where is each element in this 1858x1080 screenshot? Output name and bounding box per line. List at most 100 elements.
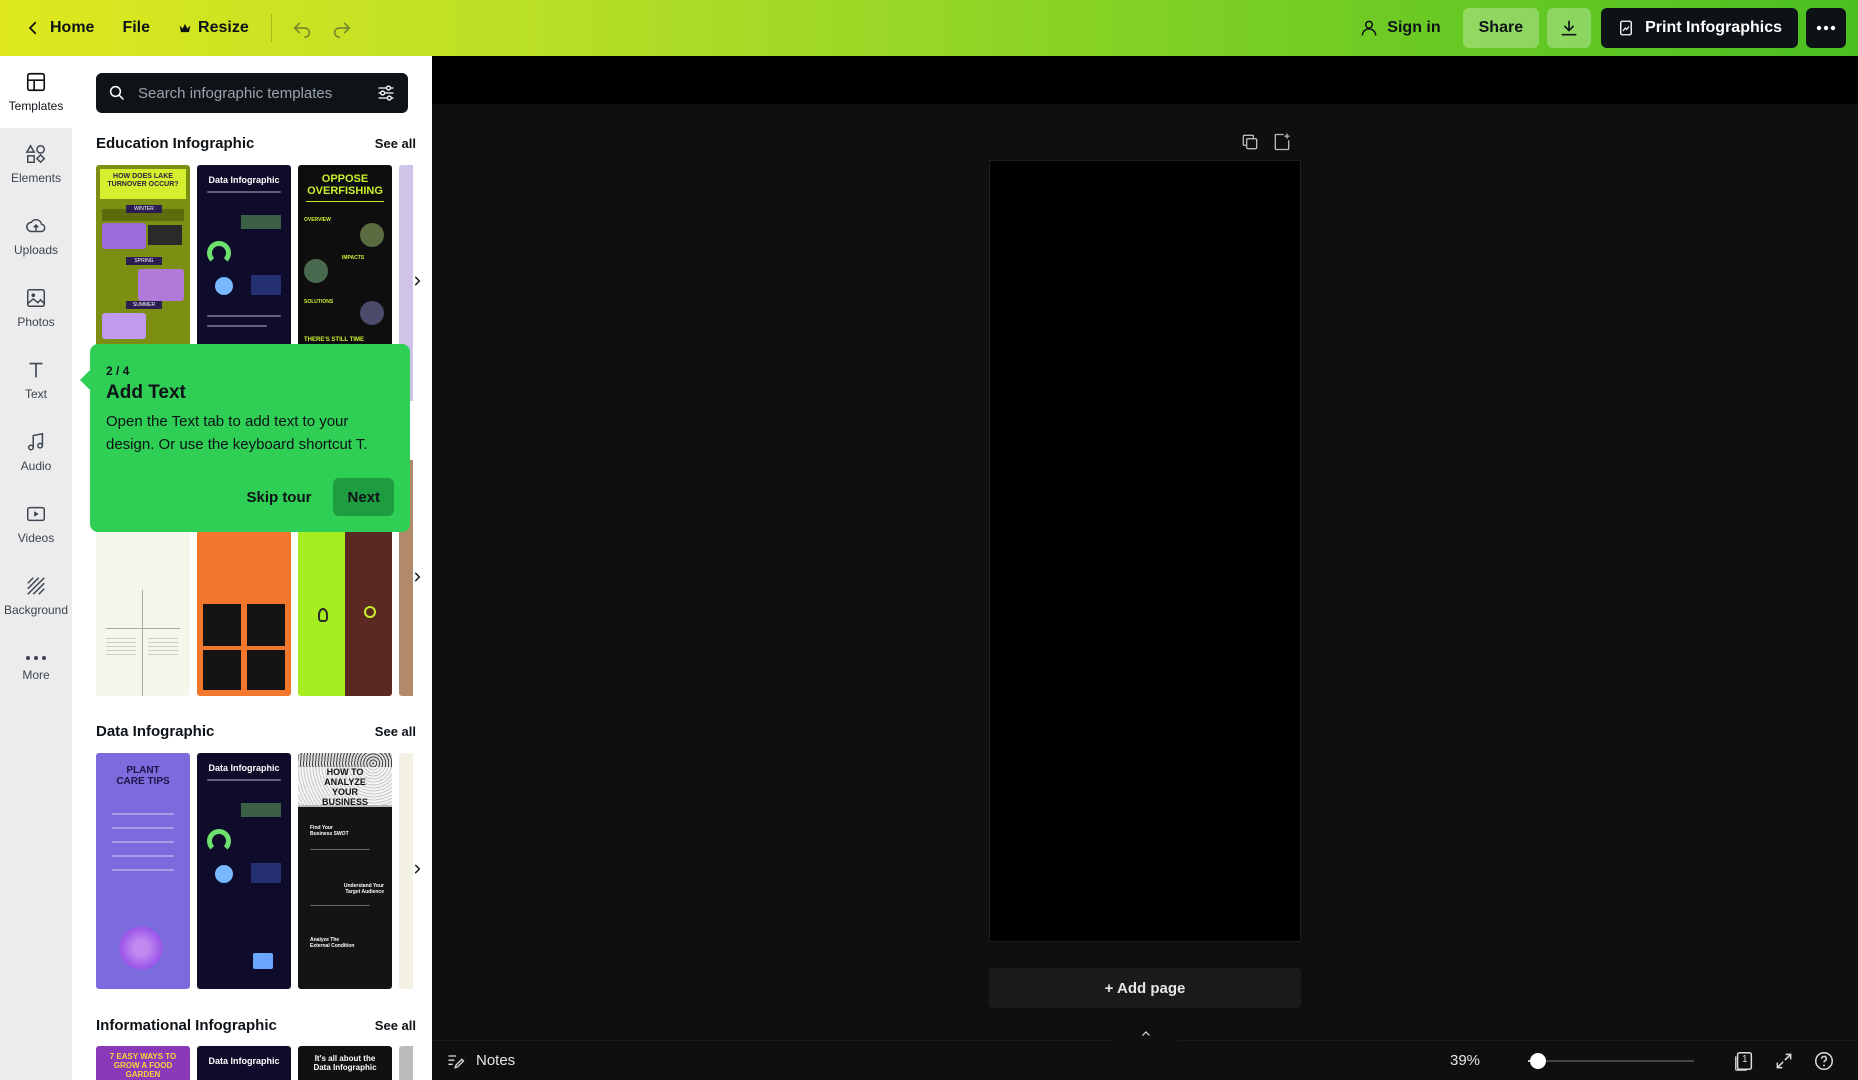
photo-icon	[27, 289, 45, 307]
template-row: 7 EASY WAYS TO GROW A FOOD GARDEN Data I…	[96, 1046, 413, 1080]
page-count: 1	[1742, 1054, 1748, 1065]
share-button[interactable]: Share	[1462, 8, 1540, 48]
duplicate-page-icon[interactable]	[1240, 132, 1260, 152]
rail-item-photos[interactable]: Photos	[0, 272, 72, 344]
template-thumbnail[interactable]: HOW TO ANALYZE YOUR BUSINESS Find Your B…	[298, 753, 392, 989]
page-count-button[interactable]: 1	[1732, 1049, 1756, 1073]
filter-sliders-icon[interactable]	[376, 83, 396, 103]
chevron-right-icon	[414, 864, 421, 874]
thumbnail-label: SPRING	[126, 257, 162, 265]
see-all-link[interactable]: See all	[375, 724, 416, 739]
rail-item-background[interactable]: Background	[0, 560, 72, 632]
rail-item-more[interactable]: More	[0, 632, 72, 704]
file-label: File	[122, 19, 151, 36]
rail-item-elements[interactable]: Elements	[0, 128, 72, 200]
undo-button[interactable]	[282, 8, 322, 48]
rail-label: Background	[3, 603, 69, 617]
template-thumbnail[interactable]: It's all about the Data Infographic	[298, 1046, 392, 1080]
thumbnail-title: OPPOSE OVERFISHING	[307, 173, 383, 197]
print-label: Print Infographics	[1645, 19, 1782, 36]
rail-label: Photos	[17, 315, 55, 329]
tour-popover: 2 / 4 Add Text Open the Text tab to add …	[80, 344, 410, 532]
more-options-button[interactable]	[1806, 8, 1846, 48]
redo-button[interactable]	[322, 8, 362, 48]
notes-pencil-icon	[448, 1054, 465, 1069]
thumbnail-title: HOW DOES LAKE TURNOVER OCCUR?	[107, 173, 179, 188]
bottom-bar: Notes 39% 1	[432, 1027, 1858, 1080]
search-icon	[109, 85, 124, 100]
rail-item-videos[interactable]: Videos	[0, 488, 72, 560]
rail-label: Audio	[20, 459, 52, 473]
fullscreen-button[interactable]	[1772, 1049, 1796, 1073]
rail-label: Elements	[10, 171, 62, 185]
scroll-right-button[interactable]	[404, 564, 430, 590]
search-placeholder: Search infographic templates	[138, 84, 333, 102]
rail-label: Uploads	[13, 243, 59, 257]
home-button[interactable]: Home	[12, 8, 106, 48]
skip-tour-button[interactable]: Skip tour	[232, 478, 325, 516]
template-row: PLANT CARE TIPS Data Infographic HOW TO …	[96, 753, 413, 989]
download-button[interactable]	[1547, 8, 1592, 48]
add-page-icon[interactable]	[1272, 132, 1292, 152]
scroll-right-button[interactable]	[404, 268, 430, 294]
tour-title: Add Text	[106, 382, 186, 403]
section-title: Education Infographic	[96, 135, 255, 152]
thumbnail-title: Data Infographic	[208, 175, 280, 185]
next-button[interactable]: Next	[333, 478, 394, 516]
print-icon	[1620, 20, 1633, 36]
more-horizontal-icon	[1816, 25, 1836, 31]
file-menu-button[interactable]: File	[110, 8, 162, 48]
zoom-slider[interactable]	[1528, 1053, 1694, 1069]
redo-icon	[333, 22, 351, 38]
zoom-slider-thumb[interactable]	[1529, 1053, 1546, 1069]
expand-icon	[1776, 1053, 1792, 1069]
notes-label: Notes	[476, 1052, 516, 1069]
template-thumbnail[interactable]: PLANT CARE TIPS	[96, 753, 190, 989]
see-all-link[interactable]: See all	[375, 1018, 416, 1033]
scroll-right-button[interactable]	[404, 856, 430, 882]
thumbnail-title: 7 EASY WAYS TO GROW A FOOD GARDEN	[109, 1052, 177, 1079]
rail-label: Templates	[8, 99, 64, 113]
search-input[interactable]: Search infographic templates	[96, 73, 408, 113]
section-header: Informational Infographic See all	[96, 1017, 416, 1034]
download-icon	[1561, 20, 1577, 36]
sign-in-button[interactable]: Sign in	[1347, 8, 1452, 48]
thumbnail-label: THERE'S STILL TIME	[304, 337, 364, 343]
templates-icon	[26, 72, 46, 92]
side-rail: Templates Elements Uploads Photos Text A…	[0, 56, 72, 1080]
crown-icon	[179, 23, 191, 33]
background-pattern-icon	[27, 577, 45, 595]
design-page-canvas[interactable]	[989, 160, 1301, 942]
template-thumbnail-partial[interactable]	[399, 1046, 413, 1080]
rail-item-templates[interactable]: Templates	[0, 56, 72, 128]
template-thumbnail[interactable]: Data Infographic	[197, 1046, 291, 1080]
context-toolbar	[432, 56, 1858, 104]
thumbnail-title: PLANT CARE TIPS	[116, 765, 170, 787]
thumbnail-label: SOLUTIONS	[304, 299, 334, 305]
add-page-button[interactable]: + Add page	[989, 968, 1301, 1008]
top-toolbar: Home File Resize Sign in Share Print Inf…	[0, 0, 1858, 56]
show-pages-toggle[interactable]	[1114, 1027, 1178, 1041]
text-icon	[29, 362, 43, 378]
template-thumbnail[interactable]: Data Infographic	[197, 753, 291, 989]
more-horizontal-icon	[26, 656, 46, 660]
notes-button[interactable]: Notes	[446, 1051, 515, 1071]
thumbnail-label: OVERVIEW	[304, 217, 331, 223]
rail-item-text[interactable]: Text	[0, 344, 72, 416]
print-infographics-button[interactable]: Print Infographics	[1601, 8, 1798, 48]
thumbnail-title: It's all about the Data Infographic	[313, 1054, 377, 1072]
help-icon	[1815, 1052, 1833, 1070]
template-thumbnail[interactable]: 7 EASY WAYS TO GROW A FOOD GARDEN	[96, 1046, 190, 1080]
rail-item-audio[interactable]: Audio	[0, 416, 72, 488]
thumbnail-title: Data Infographic	[208, 763, 280, 773]
video-icon	[27, 506, 45, 522]
cloud-upload-icon	[26, 218, 46, 233]
chevron-left-icon	[29, 21, 37, 35]
zoom-percentage[interactable]: 39%	[1450, 1052, 1480, 1069]
resize-button[interactable]: Resize	[166, 8, 261, 48]
thumbnail-label: WINTER	[126, 205, 162, 213]
home-label: Home	[50, 19, 95, 36]
see-all-link[interactable]: See all	[375, 136, 416, 151]
rail-item-uploads[interactable]: Uploads	[0, 200, 72, 272]
help-button[interactable]	[1812, 1049, 1836, 1073]
